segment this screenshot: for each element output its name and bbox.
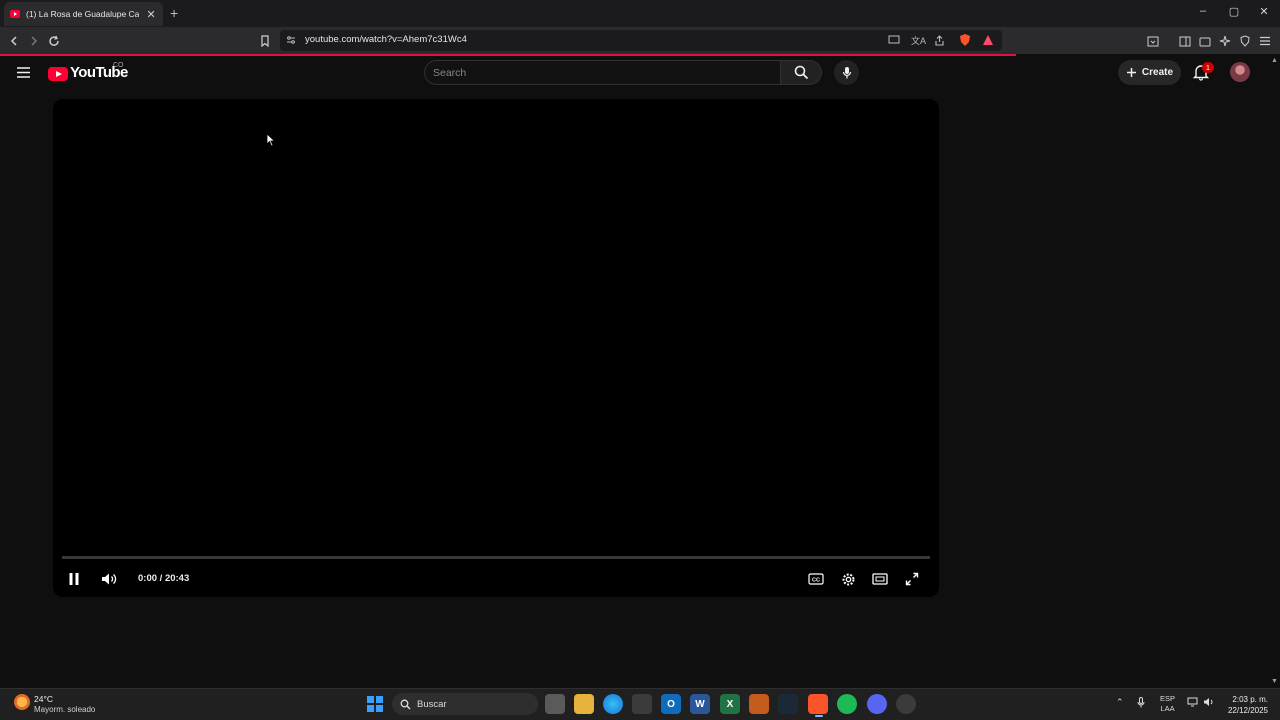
translate-icon[interactable]: 文A: [911, 34, 926, 47]
close-window-icon[interactable]: ✕: [1254, 5, 1274, 18]
volume-icon: [101, 573, 116, 585]
cast-icon[interactable]: [888, 35, 900, 45]
avatar[interactable]: [1230, 62, 1250, 82]
theater-mode-icon: [872, 573, 888, 585]
brave-shield-icon[interactable]: [958, 33, 972, 47]
fullscreen-button[interactable]: [902, 570, 922, 588]
time-current: 0:00: [138, 573, 158, 584]
closed-captions-icon: CC: [808, 573, 824, 585]
weather-icon[interactable]: [14, 694, 30, 710]
taskbar-search-label: Buscar: [417, 698, 447, 710]
progress-bar[interactable]: [62, 556, 930, 559]
start-windows-icon[interactable]: [367, 696, 383, 712]
time-display: 0:00 / 20:43: [138, 573, 189, 584]
search-icon: [400, 699, 411, 710]
settings-button[interactable]: [838, 570, 858, 588]
clock-date: 22/12/2025: [1227, 706, 1268, 715]
bookmark-icon[interactable]: [257, 33, 273, 49]
logo-country-code: CO: [113, 62, 124, 69]
mute-button[interactable]: [99, 570, 119, 588]
url-text: youtube.com/watch?v=Ahem7c31Wc4: [305, 34, 467, 45]
scroll-up-arrow-icon[interactable]: ▲: [1271, 57, 1278, 64]
leo-ai-icon[interactable]: [1217, 33, 1233, 49]
show-hidden-icons-chevron-icon[interactable]: ⌃: [1116, 697, 1124, 708]
plus-icon: [1126, 67, 1137, 78]
share-icon[interactable]: [934, 35, 945, 46]
site-info-icon[interactable]: [286, 35, 296, 45]
word-icon[interactable]: W: [690, 694, 710, 714]
video-player[interactable]: 0:00 / 20:43 CC: [53, 99, 939, 597]
scroll-down-arrow-icon[interactable]: ▼: [1271, 678, 1278, 685]
forward-icon[interactable]: [26, 33, 42, 49]
guide-menu-icon[interactable]: [16, 66, 31, 79]
close-tab-icon[interactable]: ✕: [145, 8, 157, 21]
taskbar-clock[interactable]: 2:03 p. m. 22/12/2025: [1222, 694, 1268, 716]
language-code: ESP: [1160, 694, 1176, 703]
speaker-icon[interactable]: [1203, 697, 1215, 707]
clock-time: 2:03 p. m.: [1232, 695, 1268, 704]
taskbar-search[interactable]: Buscar: [392, 693, 538, 715]
youtube-logo-icon[interactable]: [48, 67, 68, 81]
app-icon[interactable]: [749, 694, 769, 714]
vpn-icon[interactable]: [1237, 33, 1253, 49]
voice-search-button[interactable]: [834, 60, 859, 85]
search-icon: [794, 65, 809, 80]
microsoft-store-icon[interactable]: [632, 694, 652, 714]
excel-icon[interactable]: X: [720, 694, 740, 714]
chatgpt-icon[interactable]: [896, 694, 916, 714]
active-app-indicator: [815, 715, 823, 717]
time-separator: /: [157, 573, 165, 584]
microphone-icon: [842, 66, 852, 80]
keyboard-layout: LAA: [1160, 704, 1175, 713]
youtube-favicon-icon: [10, 10, 20, 18]
theater-mode-button[interactable]: [870, 570, 890, 588]
edge-icon[interactable]: [603, 694, 623, 714]
minimize-icon[interactable]: –: [1193, 5, 1213, 17]
spotify-icon[interactable]: [837, 694, 857, 714]
address-bar[interactable]: youtube.com/watch?v=Ahem7c31Wc4 文A: [280, 30, 1002, 51]
gear-icon: [842, 573, 854, 585]
outlook-icon[interactable]: O: [661, 694, 681, 714]
tab-search-icon[interactable]: [1145, 33, 1161, 49]
notification-count-badge: 1: [1202, 62, 1214, 73]
weather-description: Mayorm. soleado: [34, 705, 96, 714]
create-button[interactable]: Create: [1118, 60, 1181, 85]
subtitles-button[interactable]: CC: [806, 570, 826, 588]
svg-text:CC: CC: [812, 578, 820, 584]
discord-icon[interactable]: [867, 694, 887, 714]
microphone-tray-icon[interactable]: [1137, 697, 1145, 708]
browser-toolbar: youtube.com/watch?v=Ahem7c31Wc4 文A: [0, 27, 1280, 54]
tab-title: (1) La Rosa de Guadalupe Capitu: [26, 9, 140, 19]
language-indicator[interactable]: ESP LAA: [1160, 694, 1175, 714]
reload-icon[interactable]: [46, 33, 62, 49]
network-icon[interactable]: [1187, 697, 1199, 707]
search-input[interactable]: [433, 65, 763, 81]
weather-temperature: 24°C: [34, 694, 53, 704]
browser-tab-bar: (1) La Rosa de Guadalupe Capitu ✕ + – ▢ …: [0, 0, 1280, 27]
time-total: 20:43: [164, 573, 190, 584]
brave-rewards-icon[interactable]: [981, 33, 995, 47]
browser-tab[interactable]: (1) La Rosa de Guadalupe Capitu ✕: [4, 2, 163, 26]
steam-icon[interactable]: [778, 694, 798, 714]
create-label: Create: [1141, 67, 1174, 78]
menu-icon[interactable]: [1257, 33, 1273, 49]
search-button[interactable]: [781, 60, 822, 85]
file-explorer-icon[interactable]: [574, 694, 594, 714]
pause-icon: [69, 573, 79, 585]
task-view-icon[interactable]: [545, 694, 565, 714]
pause-button[interactable]: [64, 570, 84, 588]
new-tab-icon[interactable]: +: [170, 5, 178, 21]
fullscreen-icon: [905, 572, 919, 586]
mouse-cursor-icon: [266, 133, 276, 147]
sidebar-icon[interactable]: [1177, 33, 1193, 49]
brave-browser-icon[interactable]: [808, 694, 828, 714]
search-box: [424, 60, 781, 85]
restore-icon[interactable]: ▢: [1224, 5, 1244, 18]
back-icon[interactable]: [6, 33, 22, 49]
wallet-icon[interactable]: [1197, 33, 1213, 49]
